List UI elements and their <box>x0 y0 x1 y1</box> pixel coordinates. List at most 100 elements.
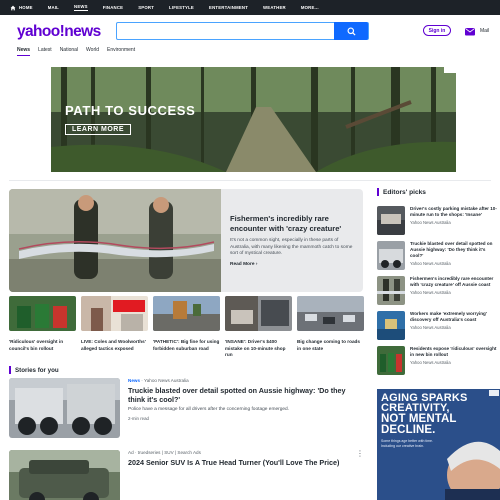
ad-source: truedseries | SUV | Search Ads <box>137 450 201 455</box>
ad-label: Ad <box>128 450 134 455</box>
editors-pick-item[interactable]: Workers make 'extremely worrying' discov… <box>377 311 497 346</box>
sidebar-ad[interactable]: AGING SPARKS CREATIVITY, NOT MENTAL DECL… <box>377 389 500 500</box>
topnav-item-entertainment[interactable]: ENTERTAINMENT <box>209 5 248 10</box>
heading-accent-bar <box>377 188 379 196</box>
editors-pick-title[interactable]: Driver's costly parking mistake after 10… <box>410 206 497 218</box>
subnav-tab-national[interactable]: National <box>60 47 78 55</box>
editors-pick-title[interactable]: Fishermen's incredibly rare encounter wi… <box>410 276 497 288</box>
editors-pick-title[interactable]: Truckie blasted over detail spotted on A… <box>410 241 497 259</box>
road-thumbnail-image <box>153 296 220 331</box>
subnav-tab-world[interactable]: World <box>86 47 99 55</box>
editors-picks-heading: Editors' picks <box>377 188 426 196</box>
search-bar <box>116 22 369 40</box>
story-item[interactable]: News · Yahoo News Australia Truckie blas… <box>128 378 363 421</box>
editors-pick-title[interactable]: Residents expose 'ridiculous' oversight … <box>410 346 497 358</box>
mail-icon[interactable] <box>464 25 476 37</box>
section-divider <box>9 180 491 181</box>
thumbnail-story[interactable]: 'PATHETIC': Big fine for using forbidden… <box>153 296 220 358</box>
ad-title[interactable]: 2024 Senior SUV Is A True Head Turner (Y… <box>128 458 363 467</box>
topnav-item-mail[interactable]: MAIL <box>48 5 59 10</box>
banner-ad-cta-button[interactable]: LEARN MORE <box>65 124 131 135</box>
search-input[interactable] <box>117 23 335 39</box>
editors-pick-source: Yahoo News Australia <box>410 220 451 225</box>
editors-pick-thumbnail <box>377 241 405 270</box>
site-header: yahoo!news Sign in Mail <box>0 15 500 47</box>
thumbnail-story[interactable]: 'INSANE': Driver's $400 mistake on 10-mi… <box>225 296 292 358</box>
editors-pick-text: Workers make 'extremely worrying' discov… <box>410 311 497 346</box>
editors-pick-source: Yahoo News Australia <box>410 325 451 330</box>
topnav-item-home[interactable]: HOME <box>10 5 33 11</box>
hero-story-card[interactable]: Fishermen's incredibly rare encounter wi… <box>9 189 363 292</box>
mail-link[interactable]: Mail <box>480 28 489 34</box>
topnav-item-label: HOME <box>19 5 33 10</box>
subnav-tab-latest[interactable]: Latest <box>38 47 52 55</box>
editors-pick-thumbnail <box>377 276 405 305</box>
hero-read-more-link[interactable]: Read More › <box>230 262 358 267</box>
more-vertical-icon[interactable]: ⋮ <box>356 450 364 458</box>
editors-pick-source: Yahoo News Australia <box>410 261 451 266</box>
stories-heading-text: Stories for you <box>15 366 59 374</box>
editors-pick-source: Yahoo News Australia <box>410 360 451 365</box>
hero-oarfish-image <box>9 189 221 292</box>
editors-pick-text: Driver's costly parking mistake after 10… <box>410 206 497 241</box>
sign-in-button[interactable]: Sign in <box>423 25 451 36</box>
editors-pick-title[interactable]: Workers make 'extremely worrying' discov… <box>410 311 497 323</box>
editors-pick-thumbnail <box>377 311 405 340</box>
topnav-item-sport[interactable]: SPORT <box>138 5 154 10</box>
topnav-item-more[interactable]: MORE... <box>301 5 319 10</box>
hero-story-title[interactable]: Fishermen's incredibly rare encounter wi… <box>230 214 358 234</box>
section-subnav: News Latest National World Environment <box>0 47 500 61</box>
story-meta: News · Yahoo News Australia <box>128 378 363 383</box>
thumbnail-stories-row: 'Ridiculous' oversight in council's bin … <box>9 296 365 358</box>
editors-pick-item[interactable]: Residents expose 'ridiculous' oversight … <box>377 346 497 381</box>
editors-pick-item[interactable]: Fishermen's incredibly rare encounter wi… <box>377 276 497 311</box>
subnav-tab-environment[interactable]: Environment <box>107 47 135 55</box>
editors-pick-thumbnail <box>377 206 405 235</box>
topnav-item-lifestyle[interactable]: LIFESTYLE <box>169 5 194 10</box>
thumbnail-caption: LIVE: Coles and Woolworths' alleged tact… <box>81 339 146 351</box>
topnav-item-news[interactable]: NEWS <box>74 4 88 11</box>
thumbnail-story[interactable]: Big change coming to roads in one state <box>297 296 364 358</box>
story-description: Police have a message for all drivers af… <box>128 407 290 412</box>
editors-pick-text: Residents expose 'ridiculous' oversight … <box>410 346 497 381</box>
logo-yahoo-text: yahoo <box>17 23 60 40</box>
editors-pick-text: Fishermen's incredibly rare encounter wi… <box>410 276 497 311</box>
editors-picks-list: Driver's costly parking mistake after 10… <box>377 206 497 381</box>
adchoices-icon[interactable] <box>444 67 456 73</box>
thumbnail-caption: 'PATHETIC': Big fine for using forbidden… <box>153 339 220 351</box>
story-read-time: 2-min read <box>128 416 149 421</box>
editors-pick-source: Yahoo News Australia <box>410 290 451 295</box>
editors-pick-item[interactable]: Driver's costly parking mistake after 10… <box>377 206 497 241</box>
supermarket-thumbnail-image <box>81 296 148 331</box>
story-tag[interactable]: News <box>128 378 140 383</box>
ad-subtext: Some things age better with time. Includ… <box>381 439 433 448</box>
heading-accent-bar <box>9 366 11 374</box>
editors-picks-heading-text: Editors' picks <box>383 188 426 196</box>
hero-story-text: Fishermen's incredibly rare encounter wi… <box>230 214 358 267</box>
editors-pick-text: Truckie blasted over detail spotted on A… <box>410 241 497 276</box>
hero-story-description: It's not a common sight, especially in t… <box>230 238 353 256</box>
top-nav-bar: HOME MAIL NEWS FINANCE SPORT LIFESTYLE E… <box>0 0 500 15</box>
editors-pick-item[interactable]: Truckie blasted over detail spotted on A… <box>377 241 497 276</box>
topnav-item-finance[interactable]: FINANCE <box>103 5 124 10</box>
meta-separator: · <box>134 450 137 455</box>
story-source: Yahoo News Australia <box>144 378 189 383</box>
logo-news-text: news <box>64 23 101 40</box>
thumbnail-caption: Big change coming to roads in one state <box>297 339 361 351</box>
yahoo-news-logo[interactable]: yahoo!news <box>17 23 101 41</box>
stories-for-you-heading: Stories for you <box>9 366 59 374</box>
suv-ad-image[interactable] <box>9 450 120 500</box>
story-meta: Ad · truedseries | SUV | Search Ads <box>128 450 363 455</box>
search-button[interactable] <box>334 22 368 40</box>
story-title[interactable]: Truckie blasted over detail spotted on A… <box>128 386 363 404</box>
subnav-tab-news[interactable]: News <box>17 47 31 56</box>
thumbnail-story[interactable]: 'Ridiculous' oversight in council's bin … <box>9 296 76 358</box>
truck-story-image[interactable] <box>9 378 120 438</box>
adchoices-icon[interactable] <box>489 390 499 396</box>
banner-ad[interactable]: PATH TO SUCCESS LEARN MORE <box>51 67 456 172</box>
parking-thumbnail-image <box>225 296 292 331</box>
topnav-item-weather[interactable]: WEATHER <box>263 5 286 10</box>
editors-pick-thumbnail <box>377 346 405 375</box>
thumbnail-story[interactable]: LIVE: Coles and Woolworths' alleged tact… <box>81 296 148 358</box>
sponsored-story-item[interactable]: Ad · truedseries | SUV | Search Ads 2024… <box>128 450 363 467</box>
